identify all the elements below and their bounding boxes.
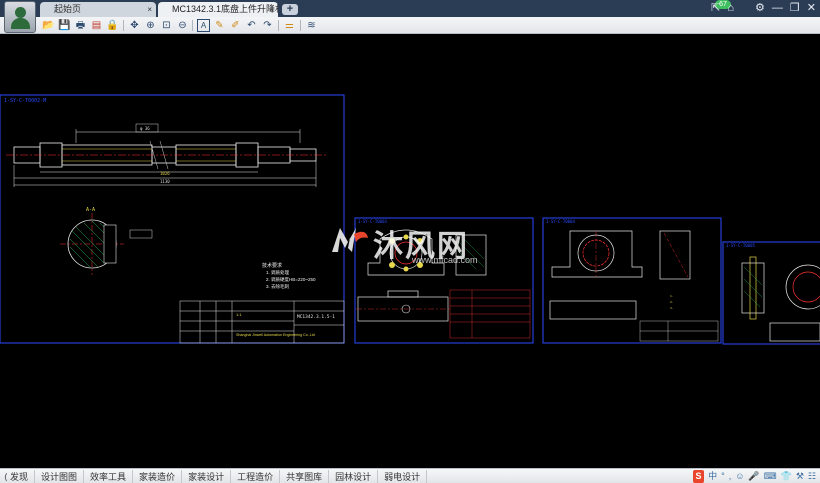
nav-engineering-cost[interactable]: 工程造价 — [231, 469, 281, 483]
svg-text:φ 36: φ 36 — [140, 126, 150, 131]
pdf-icon[interactable]: ▤ — [90, 19, 103, 32]
svg-text:1.: 1. — [670, 294, 674, 298]
home-icon[interactable]: ⌂ — [727, 1, 734, 16]
open-icon[interactable]: 📂 — [42, 19, 55, 32]
drawing-frame-shaft: 1-SY-C-T0002-M φ 36 1026 1130 A-A 技术要求 1… — [0, 94, 345, 344]
frame-tag: 1-SY-C-T0004 — [546, 219, 575, 224]
ime-logo-icon[interactable]: S — [693, 470, 705, 483]
system-tray: S 中 ° , ☺ 🎤 ⌨ 👕 ⚒ ☷ — [693, 470, 816, 483]
note-line: 3. 去除毛刺 — [266, 283, 290, 290]
save-icon[interactable]: 💾 — [58, 19, 71, 32]
keyboard-icon[interactable]: ⌨ — [764, 470, 777, 483]
note-line: 2. 调质硬度HB=220~250 — [266, 276, 316, 283]
watermark-logo-icon — [332, 228, 368, 252]
layer-icon[interactable]: ≋ — [305, 19, 318, 32]
toolbar-divider — [300, 20, 301, 31]
zoom-in-icon[interactable]: ⊕ — [144, 19, 157, 32]
watermark: 沐风网 www.mfcad.com — [330, 221, 530, 271]
zoom-out-icon[interactable]: ⊖ — [176, 19, 189, 32]
drawing-canvas[interactable]: 1-SY-C-T0002-M φ 36 1026 1130 A-A 技术要求 1… — [0, 35, 820, 468]
skin-icon[interactable]: 👕 — [781, 470, 792, 483]
user-avatar-icon[interactable] — [4, 1, 36, 33]
toolbar-divider — [278, 20, 279, 31]
tab-close-icon[interactable]: × — [269, 2, 274, 17]
nav-decoration-design[interactable]: 家装设计 — [182, 469, 232, 483]
svg-text:1130: 1130 — [160, 179, 170, 184]
nav-decoration-cost[interactable]: 家装造价 — [133, 469, 183, 483]
settings-icon[interactable]: ⚙ — [755, 1, 765, 16]
company-name: Shanghai Jinwell Automation Engineering … — [236, 333, 315, 337]
app-window: 起始页 × MC1342.3.1底盘上件升降机... × + 67 ⇱ ⌂ ⚙ … — [0, 0, 820, 483]
svg-text:3.: 3. — [670, 306, 674, 310]
tab-label: 起始页 — [54, 4, 82, 14]
emoji-icon[interactable]: ☺ — [735, 470, 744, 483]
drawing-frame-partial: 1-SY-C-T0005 — [722, 241, 820, 345]
pan-icon[interactable]: ✥ — [128, 19, 141, 32]
ime-mode-icon[interactable]: 中 — [708, 470, 717, 483]
frame-tag: 1-SY-C-T0005 — [726, 243, 755, 248]
toolbar: 📂 💾 🖶 ▤ 🔒 ✥ ⊕ ⊡ ⊖ A ✎ ✐ ↶ ↷ ⚌ ≋ — [0, 17, 820, 34]
microphone-icon[interactable]: 🎤 — [748, 470, 759, 483]
tab-close-icon[interactable]: × — [147, 2, 152, 17]
text-icon[interactable]: A — [197, 19, 210, 32]
close-button[interactable]: ✕ — [807, 1, 816, 16]
frame-tag: 1-SY-C-T0002-M — [4, 98, 46, 104]
bottom-nav: ⟨ 发现 设计图图 效率工具 家装造价 家装设计 工程造价 共享图库 园林设计 … — [0, 469, 428, 483]
drawing-number: MC1342.3.1.5-1 — [297, 314, 335, 320]
ime-punct-icon[interactable]: , — [729, 470, 732, 483]
drawing-frame-block: 1-SY-C-T0004 1. 2. 3. — [542, 217, 722, 344]
nav-landscape-design[interactable]: 园林设计 — [329, 469, 379, 483]
tab-start-page[interactable]: 起始页 × — [40, 2, 156, 17]
redo-icon[interactable]: ↷ — [261, 19, 274, 32]
minimize-button[interactable]: — — [772, 1, 783, 16]
nav-design-drawings[interactable]: 设计图图 — [35, 469, 85, 483]
pen-icon[interactable]: ✎ — [213, 19, 226, 32]
nav-discover[interactable]: ⟨ 发现 — [0, 469, 36, 483]
svg-text:2.: 2. — [670, 300, 674, 304]
note-line: 1. 调质处理 — [266, 269, 290, 276]
undo-icon[interactable]: ↶ — [245, 19, 258, 32]
zoom-window-icon[interactable]: ⊡ — [160, 19, 173, 32]
new-tab-button[interactable]: + — [282, 4, 298, 15]
window-controls: ⇱ ⌂ ⚙ — ❐ ✕ — [711, 1, 816, 16]
restore-button[interactable]: ❐ — [790, 1, 800, 16]
watermark-url: www.mfcad.com — [412, 255, 478, 265]
tab-drawing-file[interactable]: MC1342.3.1底盘上件升降机... × — [158, 2, 278, 17]
ime-degree-icon[interactable]: ° — [721, 470, 725, 483]
title-bar: 起始页 × MC1342.3.1底盘上件升降机... × + 67 ⇱ ⌂ ⚙ … — [0, 0, 820, 33]
export-icon[interactable]: ⇱ — [711, 1, 720, 16]
tab-label: MC1342.3.1底盘上件升降机... — [172, 4, 278, 14]
print-icon[interactable]: 🖶 — [74, 19, 87, 32]
toolbar-divider — [192, 20, 193, 31]
highlight-icon[interactable]: ✐ — [229, 19, 242, 32]
menu-grid-icon[interactable]: ☷ — [808, 470, 816, 483]
nav-low-voltage-design[interactable]: 弱电设计 — [378, 469, 428, 483]
toolbar-divider — [123, 20, 124, 31]
bottom-bar: ⟨ 发现 设计图图 效率工具 家装造价 家装设计 工程造价 共享图库 园林设计 … — [0, 468, 820, 483]
svg-text:1026: 1026 — [160, 171, 170, 176]
tools-icon[interactable]: ⚒ — [796, 470, 804, 483]
svg-text:A-A: A-A — [86, 207, 95, 213]
nav-shared-library[interactable]: 共享图库 — [280, 469, 330, 483]
lock-icon[interactable]: 🔒 — [106, 19, 119, 32]
measure-icon[interactable]: ⚌ — [283, 19, 296, 32]
notes-heading: 技术要求 — [262, 262, 282, 269]
nav-efficiency-tools[interactable]: 效率工具 — [84, 469, 134, 483]
scale-value: 1:1 — [236, 312, 242, 317]
